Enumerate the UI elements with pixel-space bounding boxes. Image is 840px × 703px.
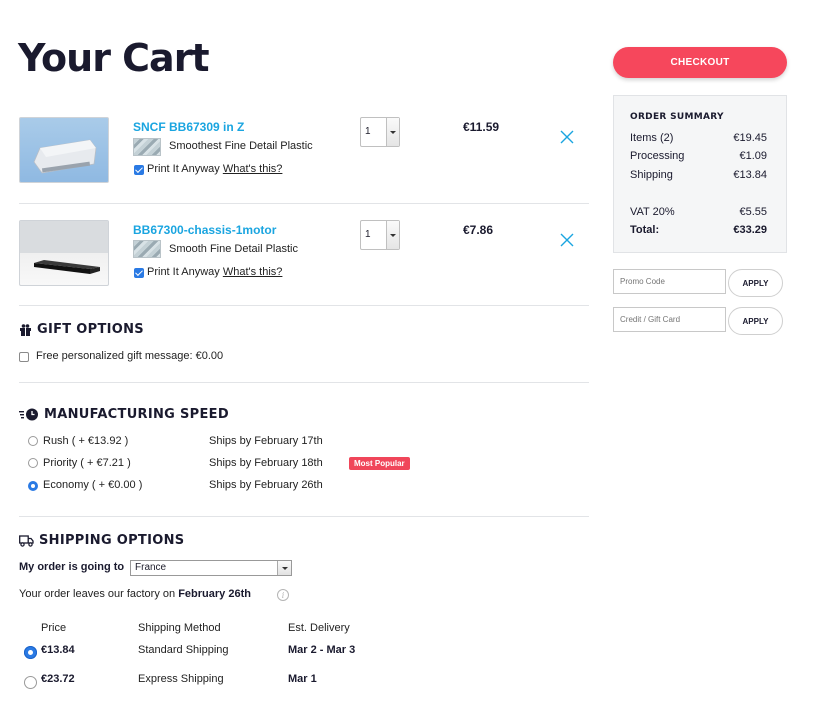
- summary-row-vat: VAT 20% €5.55: [630, 206, 767, 218]
- order-summary-title: ORDER SUMMARY: [630, 112, 724, 122]
- standard-shipping-price: €13.84: [41, 644, 75, 656]
- express-shipping-radio[interactable]: [24, 676, 37, 689]
- print-anyway-text: Print It Anyway: [147, 266, 220, 278]
- shipping-options-heading: SHIPPING OPTIONS: [19, 533, 184, 548]
- most-popular-badge: Most Popular: [349, 457, 410, 470]
- print-anyway-label: Print It Anyway What's this?: [147, 163, 282, 175]
- destination-label: My order is going to: [19, 561, 125, 573]
- gift-options-title: GIFT OPTIONS: [37, 322, 144, 337]
- item-thumbnail[interactable]: [19, 220, 109, 286]
- factory-leave-date: February 26th: [178, 588, 251, 600]
- priority-radio[interactable]: [28, 458, 38, 468]
- country-value: France: [135, 562, 167, 573]
- rush-radio[interactable]: [28, 436, 38, 446]
- gift-message-checkbox[interactable]: [19, 352, 29, 362]
- truck-icon: [19, 535, 34, 547]
- summary-label: Total:: [630, 224, 660, 236]
- standard-shipping-method: Standard Shipping: [138, 644, 229, 656]
- gift-icon: [20, 324, 31, 336]
- gift-options-heading: GIFT OPTIONS: [19, 322, 144, 337]
- manufacturing-speed-title: MANUFACTURING SPEED: [44, 407, 229, 422]
- divider: [19, 382, 589, 383]
- chevron-down-icon: [386, 221, 399, 249]
- quantity-select[interactable]: 1: [360, 220, 400, 250]
- item-material[interactable]: Smoothest Fine Detail Plastic: [169, 140, 313, 152]
- promo-code-input[interactable]: [613, 269, 726, 294]
- divider: [19, 203, 589, 204]
- rush-option-label: Rush ( + €13.92 ): [43, 435, 129, 447]
- summary-row-shipping: Shipping €13.84: [630, 169, 767, 181]
- summary-label: Shipping: [630, 169, 673, 181]
- quantity-value: 1: [365, 126, 371, 137]
- apply-gift-card-button[interactable]: APPLY: [728, 307, 783, 335]
- factory-leave-text: Your order leaves our factory on Februar…: [19, 588, 251, 600]
- item-name-link[interactable]: BB67300-chassis-1motor: [133, 223, 276, 237]
- order-summary-panel: ORDER SUMMARY Items (2) €19.45 Processin…: [613, 95, 787, 253]
- summary-row-items: Items (2) €19.45: [630, 132, 767, 144]
- remove-item-icon[interactable]: [560, 130, 574, 144]
- summary-label: VAT 20%: [630, 206, 675, 218]
- delivery-column-header: Est. Delivery: [288, 622, 350, 634]
- material-swatch: [133, 240, 161, 258]
- summary-value: €19.45: [733, 132, 767, 144]
- divider: [19, 305, 589, 306]
- print-anyway-checkbox[interactable]: [134, 268, 144, 278]
- country-select[interactable]: France: [130, 560, 292, 576]
- quantity-value: 1: [365, 229, 371, 240]
- apply-promo-button[interactable]: APPLY: [728, 269, 783, 297]
- page-title: Your Cart: [18, 36, 210, 80]
- item-material[interactable]: Smooth Fine Detail Plastic: [169, 243, 298, 255]
- gift-card-input[interactable]: [613, 307, 726, 332]
- item-price: €7.86: [463, 223, 494, 237]
- summary-label: Items (2): [630, 132, 674, 144]
- summary-value: €33.29: [733, 224, 767, 236]
- item-price: €11.59: [463, 120, 500, 134]
- standard-shipping-delivery: Mar 2 - Mar 3: [288, 644, 356, 656]
- checkout-button[interactable]: CHECKOUT: [613, 47, 787, 78]
- shipping-options-title: SHIPPING OPTIONS: [39, 533, 185, 548]
- print-anyway-text: Print It Anyway: [147, 163, 220, 175]
- rush-ship-date: Ships by February 17th: [209, 435, 323, 447]
- chevron-down-icon: [386, 118, 399, 146]
- item-thumbnail[interactable]: [19, 117, 109, 183]
- price-column-header: Price: [41, 622, 67, 634]
- express-shipping-delivery: Mar 1: [288, 673, 317, 685]
- whats-this-link[interactable]: What's this?: [223, 163, 283, 175]
- print-anyway-checkbox[interactable]: [134, 165, 144, 175]
- whats-this-link[interactable]: What's this?: [223, 266, 283, 278]
- method-column-header: Shipping Method: [138, 622, 221, 634]
- summary-row-processing: Processing €1.09: [630, 150, 767, 162]
- gift-message-label: Free personalized gift message: €0.00: [36, 350, 224, 362]
- manufacturing-speed-heading: MANUFACTURING SPEED: [19, 407, 229, 422]
- remove-item-icon[interactable]: [560, 233, 574, 247]
- divider: [19, 516, 589, 517]
- summary-value: €5.55: [739, 206, 767, 218]
- item-name-link[interactable]: SNCF BB67309 in Z: [133, 120, 244, 134]
- summary-value: €1.09: [739, 150, 767, 162]
- summary-label: Processing: [630, 150, 685, 162]
- priority-ship-date: Ships by February 18th: [209, 457, 323, 469]
- economy-option-label: Economy ( + €0.00 ): [43, 479, 143, 491]
- material-swatch: [133, 138, 161, 156]
- speed-clock-icon: [19, 408, 38, 421]
- quantity-select[interactable]: 1: [360, 117, 400, 147]
- standard-shipping-radio[interactable]: [24, 646, 37, 659]
- economy-ship-date: Ships by February 26th: [209, 479, 323, 491]
- summary-row-total: Total: €33.29: [630, 224, 767, 236]
- economy-radio[interactable]: [28, 481, 38, 491]
- express-shipping-method: Express Shipping: [138, 673, 224, 685]
- info-icon[interactable]: i: [277, 589, 289, 601]
- print-anyway-label: Print It Anyway What's this?: [147, 266, 282, 278]
- summary-value: €13.84: [733, 169, 767, 181]
- priority-option-label: Priority ( + €7.21 ): [43, 457, 131, 469]
- factory-leave-label: Your order leaves our factory on: [19, 588, 176, 600]
- chevron-down-icon: [277, 561, 291, 575]
- express-shipping-price: €23.72: [41, 673, 75, 685]
